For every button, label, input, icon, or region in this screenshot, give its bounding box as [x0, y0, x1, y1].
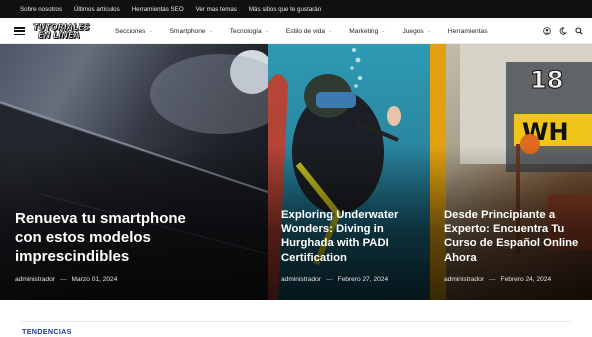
chevron-down-icon: ⌄ [208, 28, 213, 34]
topbar-link-mas-sitios[interactable]: Más sitios que te gustarán [249, 6, 321, 13]
svg-text:18: 18 [530, 66, 563, 94]
hero-meta-2: administrador — Febrero 27, 2024 [281, 276, 389, 283]
hero-author-2[interactable]: administrador [281, 276, 321, 283]
menu-icon[interactable] [14, 27, 25, 36]
trending-heading: TENDENCIAS [22, 327, 72, 336]
topbar-link-sobre-nosotros[interactable]: Sobre nosotros [20, 6, 62, 13]
nav-item-herramientas[interactable]: Herramientas [448, 28, 488, 35]
search-icon[interactable] [575, 27, 583, 35]
hero-title-1[interactable]: Renueva tu smartphone con estos modelos … [15, 210, 215, 267]
nav-item-marketing[interactable]: Marketing ⌄ [349, 28, 385, 35]
chevron-down-icon: ⌄ [328, 28, 333, 34]
chevron-down-icon: ⌄ [264, 28, 269, 34]
hero-card-2[interactable]: Exploring Underwater Wonders: Diving in … [268, 44, 430, 300]
nav-item-tecnologia[interactable]: Tecnología ⌄ [230, 28, 269, 35]
user-icon[interactable] [543, 27, 551, 35]
dark-mode-icon[interactable] [559, 27, 567, 35]
nav-item-estilo-de-vida[interactable]: Estilo de vida ⌄ [286, 28, 332, 35]
hero-meta-1: administrador — Marzo 01, 2024 [15, 276, 118, 283]
hero-date-1: Marzo 01, 2024 [71, 276, 118, 283]
site-logo[interactable]: TUTORIALES EN LINEA [33, 22, 101, 41]
hero-author-1[interactable]: administrador [15, 276, 55, 283]
hero-date-2: Febrero 27, 2024 [337, 276, 389, 283]
topbar-link-ver-mas-temas[interactable]: Ver mas temas [196, 6, 237, 13]
hero-author-3[interactable]: administrador [444, 276, 484, 283]
logo-line-2: EN LINEA [38, 30, 81, 41]
hero-card-1[interactable]: Renueva tu smartphone con estos modelos … [0, 44, 268, 300]
section-divider [22, 321, 570, 322]
nav-item-juegos[interactable]: Juegos ⌄ [402, 28, 430, 35]
hero-meta-3: administrador — Febrero 24, 2024 [444, 276, 552, 283]
nav-item-smartphone[interactable]: Smartphone ⌄ [170, 28, 213, 35]
chevron-down-icon: ⌄ [426, 28, 431, 34]
main-header: TUTORIALES EN LINEA Secciones ⌄ Smartphon… [0, 18, 592, 44]
topbar-link-ultimos-articulos[interactable]: Últimos artículos [74, 6, 120, 13]
chevron-down-icon: ⌄ [148, 28, 153, 34]
main-nav: Secciones ⌄ Smartphone ⌄ Tecnología ⌄ Estil… [115, 18, 505, 44]
chevron-down-icon: ⌄ [381, 28, 386, 34]
header-icons [535, 18, 583, 44]
hero-card-3[interactable]: 18 WH Desde Principiante a Experto: Encu… [430, 44, 592, 300]
nav-item-secciones[interactable]: Secciones ⌄ [115, 28, 153, 35]
hero-title-3[interactable]: Desde Principiante a Experto: Encuentra … [444, 208, 584, 265]
hero-date-3: Febrero 24, 2024 [500, 276, 552, 283]
hero-title-2[interactable]: Exploring Underwater Wonders: Diving in … [281, 208, 421, 265]
top-bar: Sobre nosotros Últimos artículos Herrami… [0, 0, 592, 18]
topbar-link-herramientas-seo[interactable]: Herramientas SEO [132, 6, 184, 13]
